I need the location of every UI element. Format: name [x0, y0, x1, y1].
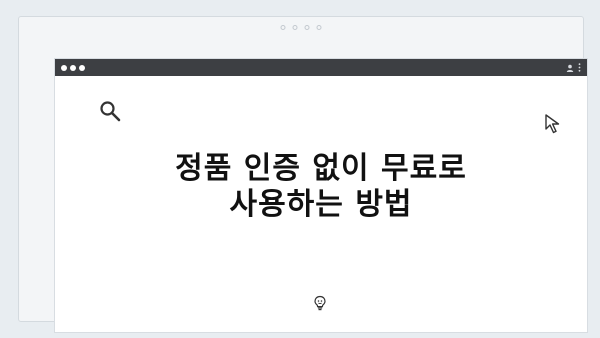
headline: 정품 인증 없이 무료로 사용하는 방법 — [55, 151, 587, 223]
frame-dot — [304, 25, 310, 30]
window-titlebar — [55, 59, 587, 76]
window-dot[interactable] — [79, 64, 85, 71]
window-dot[interactable] — [61, 64, 67, 71]
window-controls[interactable] — [61, 64, 85, 71]
frame-dot — [280, 25, 286, 30]
frame-dot — [316, 25, 322, 30]
titlebar-actions — [566, 63, 581, 72]
browser-window: 정품 인증 없이 무료로 사용하는 방법 — [54, 58, 588, 333]
search-icon — [99, 100, 121, 126]
cursor-arrow-icon — [544, 113, 564, 139]
frame-dot — [292, 25, 298, 30]
more-vertical-icon[interactable] — [578, 63, 581, 72]
user-avatar-icon[interactable] — [566, 64, 574, 72]
lightbulb-icon — [313, 295, 327, 315]
frame-dots — [280, 25, 322, 30]
window-dot[interactable] — [70, 64, 76, 71]
headline-line-2: 사용하는 방법 — [229, 187, 413, 222]
headline-line-1: 정품 인증 없이 무료로 — [175, 151, 467, 186]
outer-frame: 정품 인증 없이 무료로 사용하는 방법 — [18, 16, 588, 333]
